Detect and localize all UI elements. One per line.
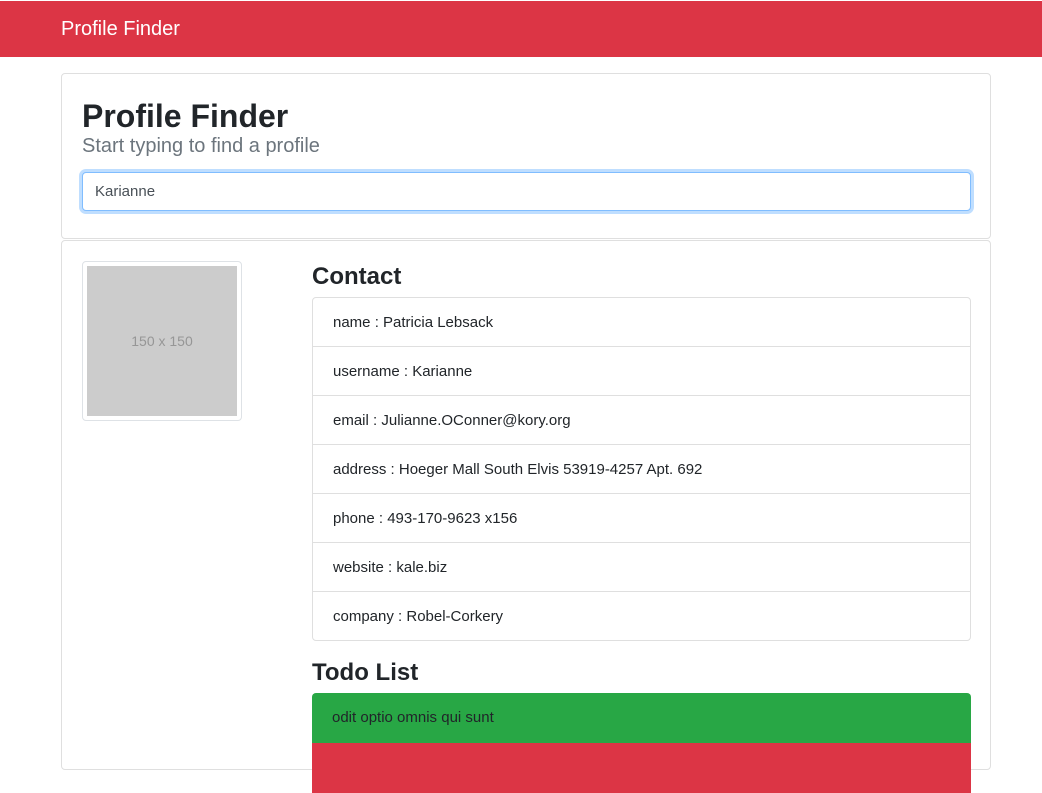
search-card: Profile Finder Start typing to find a pr… (61, 73, 991, 239)
page-subtitle: Start typing to find a profile (82, 135, 320, 157)
todo-item[interactable] (312, 743, 971, 793)
avatar: 150 x 150 (82, 261, 242, 421)
navbar: Profile Finder (0, 1, 1042, 57)
search-input[interactable] (82, 172, 971, 211)
page-title: Profile Finder (82, 98, 289, 134)
contact-item-username: username : Karianne (313, 346, 970, 395)
contact-item-email: email : Julianne.OConner@kory.org (313, 395, 970, 444)
todo-heading: Todo List (312, 659, 419, 686)
avatar-placeholder-image: 150 x 150 (87, 266, 237, 416)
contact-item-website: website : kale.biz (313, 542, 970, 591)
contact-list: name : Patricia Lebsack username : Karia… (312, 297, 971, 641)
profile-card: 150 x 150 Contact name : Patricia Lebsac… (61, 240, 991, 793)
contact-item-name: name : Patricia Lebsack (333, 314, 494, 331)
contact-item-phone: phone : 493-170-9623 x156 (313, 493, 970, 542)
todo-item[interactable]: odit optio omnis qui sunt (312, 693, 971, 743)
contact-item-company: company : Robel-Corkery (313, 591, 970, 640)
navbar-brand[interactable]: Profile Finder (61, 1, 180, 57)
contact-item-address: address : Hoeger Mall South Elvis 53919-… (313, 444, 970, 493)
contact-heading: Contact (312, 263, 402, 290)
todo-list: odit optio omnis qui sunt (312, 693, 971, 793)
